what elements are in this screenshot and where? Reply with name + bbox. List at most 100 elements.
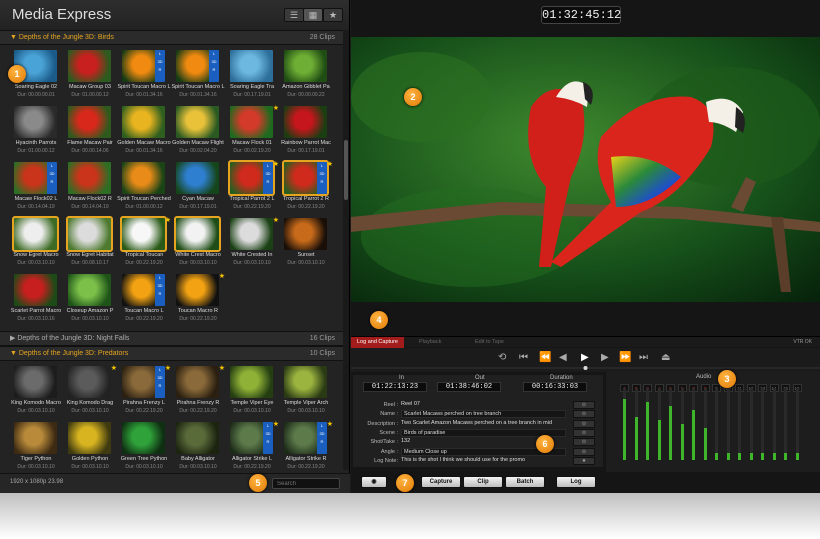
go-to-start-icon[interactable]: ⏮	[519, 352, 528, 363]
clip-thumbnail[interactable]: ★ Pirahna Frenzy R Dur: 00.22.19.20	[172, 364, 226, 418]
clip-thumbnail[interactable]: Temple Viper Eye Dur: 00.03.10.10	[226, 366, 280, 418]
clip-thumbnail[interactable]: Cyan Macaw Dur: 00.17.19.01	[172, 162, 226, 214]
clip-thumbnail[interactable]: ★ Tropical Toucan Dur: 00.22.19.20	[118, 216, 172, 270]
clip-thumbnail[interactable]: L 3D R Macaw Flock02 L Dur: 00.14.04.19	[10, 162, 64, 214]
favorite-star-icon[interactable]: ★	[165, 216, 171, 224]
callout-marker-1: 1	[8, 65, 26, 83]
clip-thumbnail[interactable]: Golden Macaw Macro Dur: 00.01.34.16	[117, 106, 172, 158]
clip-thumbnail[interactable]: Hyacinth Parrots Dur: 01.00.00.12	[10, 106, 64, 158]
clip-thumbnail[interactable]: Amazon Gibblet Pa Dur: 00.00.00.22	[280, 50, 334, 102]
clip-thumbnail[interactable]: Tiger Python Dur: 00.03.10.10	[10, 422, 64, 474]
clip-thumbnail[interactable]: White Crest Macro Dur: 00.03.10.10	[172, 216, 226, 270]
clip-thumbnail[interactable]: L 3D R Toucan Macro L Dur: 00.22.19.20	[118, 274, 172, 326]
clip-thumbnail[interactable]: L 3D R Spirit Toucan Macro L Dur: 00.01.34.1…	[117, 50, 172, 102]
thumbnail-view-icon[interactable]: ▦	[303, 8, 323, 22]
favorite-star-icon[interactable]: ★	[273, 104, 279, 112]
clip-thumbnail[interactable]: Green Tree Python Dur: 00.03.10.10	[118, 422, 172, 474]
tab-edit-to-tape[interactable]: Edit to Tape	[469, 337, 510, 348]
favorite-star-icon[interactable]: ★	[165, 364, 171, 372]
clip-thumbnail[interactable]: Rainbow Parrot Mac Dur: 00.17.19.01	[280, 106, 334, 158]
favorite-star-icon[interactable]: ★	[273, 216, 279, 224]
go-to-end-icon[interactable]: ⏭	[639, 352, 648, 363]
clip-thumbnail[interactable]: L 3D R Spirit Toucan Macro L Dur: 00.01.34.1…	[171, 50, 226, 102]
clip-group-header[interactable]: ▶ Depths of the Jungle 3D: Night Falls 16…	[0, 331, 349, 346]
out-timecode[interactable]: 01:38:46:02	[437, 382, 501, 392]
field-lock-button[interactable]: ⊙	[573, 428, 595, 437]
batch-button[interactable]: Batch	[505, 476, 545, 488]
play-icon[interactable]: ▶	[581, 352, 589, 363]
eject-icon[interactable]: ⏏	[661, 352, 670, 363]
tab-playback[interactable]: Playback	[413, 337, 447, 348]
camera-icon[interactable]: ◉	[361, 476, 387, 488]
scrub-handle[interactable]	[583, 366, 588, 370]
clip-thumbnail[interactable]: ★ King Komodo Drag Dur: 00.03.10.10	[64, 364, 118, 418]
audio-level-meter	[784, 388, 787, 460]
fast-forward-icon[interactable]: ⏩	[619, 352, 631, 363]
clip-group-header[interactable]: ▼ Depths of the Jungle 3D: Birds 28 Clips	[0, 30, 349, 45]
clip-thumbnail[interactable]: ★ White Crested In Dur: 00.03.10.10	[226, 216, 280, 270]
favorite-star-icon[interactable]: ★	[219, 364, 225, 372]
clip-thumbnail[interactable]: Soaring Eagle Tra Dur: 00.17.19.01	[226, 50, 280, 102]
field-value[interactable]: Two Scarlet Amazon Macaws perched on a t…	[401, 420, 566, 426]
scroll-thumb[interactable]	[344, 140, 348, 200]
clip-thumbnail[interactable]: Macaw Flock02 R Dur: 00.14.04.19	[64, 162, 118, 214]
clip-thumbnail[interactable]: L 3D R ★ Pirahna Frenzy L Dur: 00.22.19.20	[118, 364, 172, 418]
field-lock-button[interactable]: ★	[573, 456, 595, 465]
clip-thumbnail[interactable]: L 3D R ★ Tropical Parrot 2 R Dur: 00.22.19.20	[280, 160, 334, 214]
clip-thumbnail[interactable]: ★ Toucan Macro R Dur: 00.22.19.20	[172, 272, 226, 326]
clip-thumbnail[interactable]: ★ Macaw Flock 01 Dur: 00.02.19.20	[226, 104, 280, 158]
field-label: Name :	[380, 411, 398, 418]
clip-thumbnail[interactable]: Snow Egret Macro Dur: 00.03.10.10	[10, 216, 64, 270]
clip-image	[14, 366, 57, 398]
clip-thumbnail[interactable]: Baby Alligator Dur: 00.03.10.10	[172, 422, 226, 474]
clip-thumbnail[interactable]: L 3D R ★ Alligator Strike L Dur: 00.22.19.20	[226, 420, 280, 474]
favorite-star-icon[interactable]: ★	[273, 160, 279, 168]
favorite-star-icon[interactable]: ★	[327, 160, 333, 168]
clip-thumbnail[interactable]: Closeup Amazon P Dur: 00.03.10.10	[64, 274, 118, 326]
clip-thumbnail[interactable]: L 3D R ★ Tropical Parrot 2 L Dur: 00.22.19.20	[226, 160, 280, 214]
favorite-star-icon[interactable]: ★	[219, 272, 225, 280]
clip-thumbnail[interactable]: L 3D R ★ Alligator Strike R Dur: 00.22.19.20	[280, 420, 334, 474]
log-button[interactable]: Log	[556, 476, 596, 488]
list-view-icon[interactable]: ☰	[284, 8, 304, 22]
capture-button[interactable]: Capture	[421, 476, 461, 488]
field-value[interactable]: Reel 07	[401, 401, 566, 407]
step-back-icon[interactable]: ◀	[559, 352, 567, 363]
clip-thumbnail[interactable]: Flame Macaw Pair Dur: 00.00.14.06	[64, 106, 118, 158]
clip-button[interactable]: Clip	[463, 476, 503, 488]
clip-thumbnail[interactable]: Spirit Toucan Perched Dur: 01.00.00.12	[117, 162, 172, 214]
callout-marker-3: 3	[718, 370, 736, 388]
field-lock-button[interactable]: ⊙	[573, 419, 595, 428]
tab-log-and-capture[interactable]: Log and Capture	[351, 337, 404, 348]
step-forward-icon[interactable]: ▶	[601, 352, 609, 363]
clip-duration: Dur: 00.00.00.22	[287, 92, 325, 98]
in-timecode[interactable]: 01:22:13:23	[363, 382, 427, 392]
clip-name: Macaw Flock02 R	[68, 196, 112, 202]
clip-thumbnail[interactable]: Temple Viper Arch Dur: 00.03.10.10	[280, 366, 334, 418]
clip-thumbnail[interactable]: Snow Egret Habitat Dur: 00.08.10.17	[64, 216, 118, 270]
field-lock-button[interactable]: ⊙	[573, 447, 595, 456]
clip-duration: Dur: 00.22.19.20	[287, 204, 325, 210]
clip-thumbnail[interactable]: Sunset Dur: 00.03.10.10	[280, 218, 334, 270]
clip-group-header[interactable]: ▼ Depths of the Jungle 3D: Predators 10 C…	[0, 346, 349, 361]
field-value[interactable]: Scarlet Macaws perched on tree branch	[401, 410, 566, 419]
search-input[interactable]	[272, 478, 340, 489]
field-lock-button[interactable]: ⊙	[573, 410, 595, 419]
field-value[interactable]: This is the shot I think we should use f…	[401, 457, 566, 463]
rewind-icon[interactable]: ⏪	[539, 352, 551, 363]
field-lock-button[interactable]: ⊙	[573, 438, 595, 447]
clip-thumbnail[interactable]: Macaw Group 03 Dur: 01.00.00.12	[64, 50, 118, 102]
loop-icon[interactable]: ⟲	[498, 352, 506, 363]
clip-thumbnail[interactable]: Scarlet Parrot Macro Dur: 00.03.10.16	[10, 274, 64, 326]
clip-thumbnail[interactable]: Golden Python Dur: 00.03.10.10	[64, 422, 118, 474]
field-lock-button[interactable]: ⊙	[573, 401, 595, 409]
clip-thumbnail[interactable]: Golden Macaw Flight Dur: 00.02.04.20	[172, 106, 226, 158]
clip-thumbnail[interactable]: King Komodo Macro Dur: 00.03.10.10	[10, 366, 64, 418]
media-scrollbar[interactable]	[343, 30, 349, 470]
favorite-star-icon[interactable]: ★	[273, 420, 279, 428]
favorites-view-icon[interactable]: ★	[323, 8, 343, 22]
favorite-star-icon[interactable]: ★	[111, 364, 117, 372]
favorite-star-icon[interactable]: ★	[327, 420, 333, 428]
clip-name: Alligator Strike R	[285, 456, 327, 462]
playback-progress[interactable]	[351, 366, 820, 370]
